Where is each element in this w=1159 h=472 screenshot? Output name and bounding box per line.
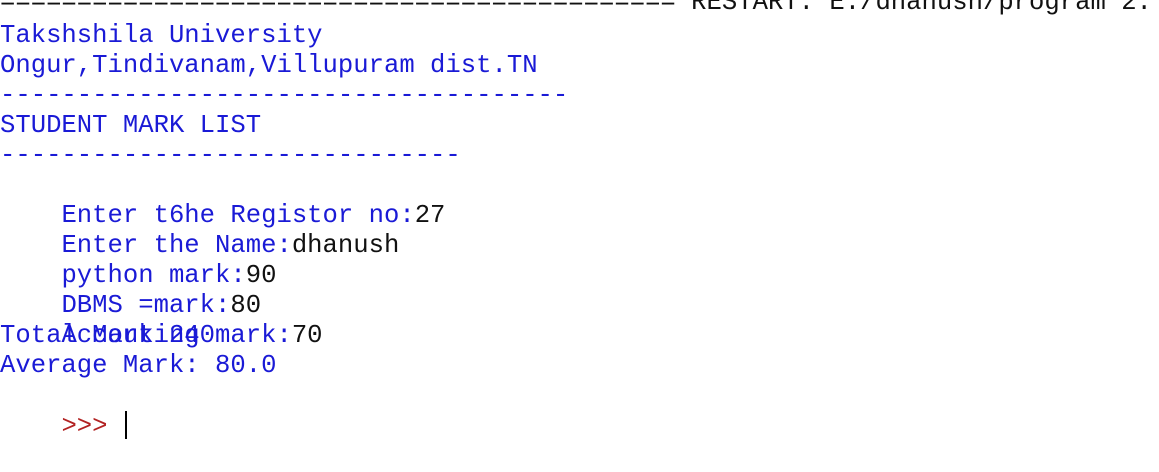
prompt-line[interactable]: >>> (0, 381, 127, 441)
input-python-mark: python mark:90 (0, 231, 276, 290)
input-register-no: Enter t6he Registor no:27 (0, 171, 445, 230)
average-mark: Average Mark: 80.0 (0, 351, 277, 380)
input-value: 70 (291, 321, 323, 350)
input-value: dhanush (291, 231, 400, 260)
separator-long: ------------------------------------- (0, 81, 569, 110)
mark-list-title: STUDENT MARK LIST (0, 111, 262, 140)
input-name: Enter the Name:dhanush (0, 201, 399, 260)
university-address: Ongur,Tindivanam,Villupuram dist.TN (0, 51, 538, 80)
text-cursor (124, 411, 127, 439)
restart-banner: ========================================… (0, 0, 1152, 17)
total-mark: Total Mark 240 (0, 321, 216, 350)
separator-short: ------------------------------ (0, 141, 461, 170)
shell-prompt: >>> (61, 412, 123, 441)
input-accounting-mark: Accouting mark:70 (0, 291, 322, 350)
input-dbms-mark: DBMS =mark:80 (0, 261, 261, 320)
input-value: 27 (414, 201, 446, 230)
university-name: Takshshila University (0, 21, 323, 50)
python-shell-output[interactable]: ========================================… (0, 0, 1159, 472)
